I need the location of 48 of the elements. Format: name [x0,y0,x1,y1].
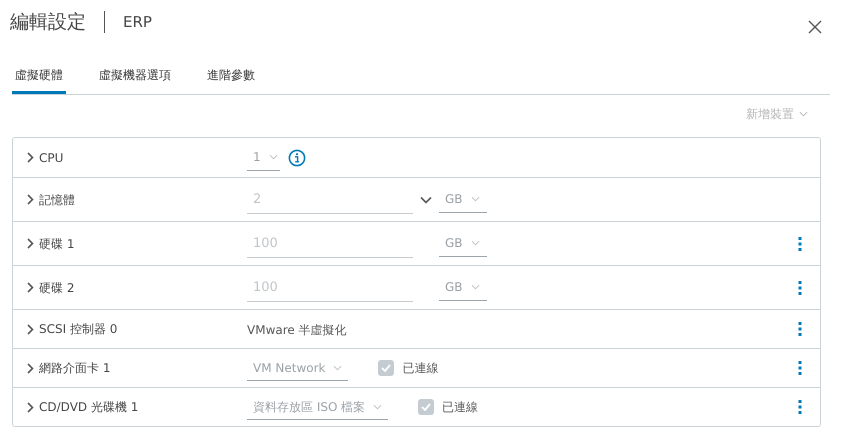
chevron-right-icon[interactable] [27,194,34,205]
chevron-right-icon[interactable] [27,362,34,374]
chevron-down-icon [333,364,342,370]
device-label: 記憶體 [39,192,75,208]
chevron-down-icon [268,154,278,160]
tab[interactable]: 進階參數 [204,66,258,94]
connected-checkbox[interactable]: 已連線 [418,398,478,416]
more-options-icon[interactable] [798,399,802,415]
more-options-icon[interactable] [798,280,802,296]
close-icon[interactable] [808,20,822,34]
device-label: 硬碟 1 [39,236,74,252]
checkmark-icon [421,403,432,411]
dropdown-select[interactable]: GB [439,230,487,256]
tab[interactable]: 虛擬機器選項 [96,66,174,94]
size-input[interactable]: 2 [247,186,413,214]
size-input[interactable]: 100 [247,274,413,302]
more-options-icon[interactable] [798,236,802,252]
more-options-icon[interactable] [798,321,802,337]
dropdown-select[interactable]: GB [439,274,487,300]
dropdown-select[interactable]: 1 [247,144,280,170]
dropdown-select[interactable]: VM Network [247,355,348,381]
chevron-right-icon[interactable] [27,324,34,334]
window-title: 編輯設定 [10,10,86,35]
chevron-down-icon [470,284,480,290]
chevron-down-icon [799,111,808,117]
more-options-icon[interactable] [798,360,802,376]
chevron-right-icon[interactable] [27,402,34,412]
tab[interactable]: 虛擬硬體 [12,66,66,94]
chevron-down-icon [470,240,480,246]
chevron-right-icon[interactable] [27,282,34,293]
chevron-down-icon [470,196,480,202]
controller-type: VMware 半虛擬化 [247,323,347,337]
chevron-right-icon[interactable] [27,238,34,249]
size-input[interactable]: 100 [247,230,413,258]
chevron-right-icon[interactable] [27,152,34,163]
vm-name: ERP [123,12,152,33]
checkmark-icon [381,364,392,372]
connected-checkbox[interactable]: 已連線 [378,359,438,377]
device-label: CPU [39,150,64,166]
device-label: CD/DVD 光碟機 1 [39,399,138,416]
dropdown-select[interactable]: GB [439,186,487,212]
info-icon[interactable] [288,148,306,166]
chevron-down-icon [373,404,382,410]
device-label: SCSI 控制器 0 [39,321,118,338]
dropdown-select[interactable]: 資料存放區 ISO 檔案 [247,394,388,420]
chevron-down-icon[interactable] [420,196,432,204]
device-label: 網路介面卡 1 [39,360,110,377]
device-label: 硬碟 2 [39,280,74,296]
